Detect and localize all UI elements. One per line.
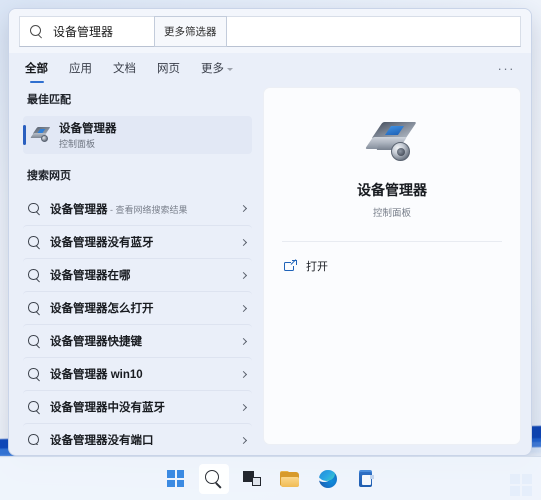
open-button-label: 打开 xyxy=(306,261,328,273)
tab-all-label: 全部 xyxy=(25,63,48,75)
list-item[interactable]: 设备管理器 win10 xyxy=(23,357,252,390)
chevron-right-icon xyxy=(239,337,248,345)
magnifier-icon xyxy=(28,368,40,380)
search-input[interactable] xyxy=(53,24,163,39)
results-column: 最佳匹配 设备管理器 控制面板 搜索网页 设备管理器 - 查看网络搜索结果 设备… xyxy=(9,87,252,445)
tab-apps-label: 应用 xyxy=(69,63,92,75)
device-manager-icon xyxy=(364,122,417,164)
tab-all[interactable]: 全部 xyxy=(25,57,48,83)
list-item[interactable]: 设备管理器没有蓝牙 xyxy=(23,225,252,258)
web-search-list: 设备管理器 - 查看网络搜索结果 设备管理器没有蓝牙 设备管理器在哪 设备管理器… xyxy=(23,192,252,445)
start-button[interactable] xyxy=(161,464,191,494)
folder-icon xyxy=(280,470,299,487)
list-item-label: 设备管理器 win10 xyxy=(50,369,143,381)
list-item[interactable]: 设备管理器没有端口 xyxy=(23,423,252,445)
list-item[interactable]: 设备管理器中没有蓝牙 xyxy=(23,390,252,423)
list-item-label: 设备管理器中没有蓝牙 xyxy=(50,402,165,414)
preview-hero: 设备管理器 控制面板 xyxy=(264,122,520,241)
magnifier-icon xyxy=(28,269,40,281)
magnifier-icon xyxy=(28,335,40,347)
task-view-icon xyxy=(242,471,261,486)
preview-panel: 设备管理器 控制面板 打开 xyxy=(263,87,521,445)
magnifier-icon xyxy=(28,202,40,215)
chevron-right-icon xyxy=(239,436,248,444)
more-filters-label: 更多筛选器 xyxy=(164,26,217,38)
tab-documents[interactable]: 文档 xyxy=(113,57,136,83)
search-icon xyxy=(205,470,222,487)
search-box[interactable] xyxy=(19,16,521,47)
ellipsis-icon[interactable]: ··· xyxy=(498,61,516,80)
search-button[interactable] xyxy=(198,463,229,494)
search-icon xyxy=(30,24,44,39)
best-match-result[interactable]: 设备管理器 控制面板 xyxy=(23,116,252,154)
search-results-body: 最佳匹配 设备管理器 控制面板 搜索网页 设备管理器 - 查看网络搜索结果 设备… xyxy=(9,87,531,455)
windows-search-flyout: 更多筛选器 全部 应用 文档 网页 更多 ··· 最佳匹配 xyxy=(8,8,532,456)
list-item[interactable]: 设备管理器在哪 xyxy=(23,258,252,291)
best-match-title: 设备管理器 xyxy=(59,123,117,135)
list-item-suffix: - 查看网络搜索结果 xyxy=(107,204,188,215)
task-view-button[interactable] xyxy=(237,464,267,494)
tab-documents-label: 文档 xyxy=(113,63,136,75)
tab-web-label: 网页 xyxy=(157,63,180,75)
chevron-right-icon xyxy=(239,238,248,246)
magnifier-icon xyxy=(28,434,40,445)
file-explorer-button[interactable] xyxy=(275,464,305,494)
list-item-label: 设备管理器怎么打开 xyxy=(50,303,154,315)
chevron-right-icon xyxy=(239,370,248,378)
list-item[interactable]: 设备管理器 - 查看网络搜索结果 xyxy=(23,192,252,225)
search-tabs: 全部 应用 文档 网页 更多 ··· xyxy=(9,53,531,87)
store-button[interactable] xyxy=(351,464,381,494)
tab-more[interactable]: 更多 xyxy=(201,57,233,83)
edge-icon xyxy=(318,469,337,488)
list-item-label: 设备管理器没有端口 xyxy=(50,435,154,445)
open-button[interactable]: 打开 xyxy=(282,253,502,279)
tab-web[interactable]: 网页 xyxy=(157,57,180,83)
magnifier-icon xyxy=(28,236,40,248)
chevron-right-icon xyxy=(239,304,248,312)
chevron-right-icon xyxy=(239,403,248,411)
preview-subtitle: 控制面板 xyxy=(372,208,411,219)
chevron-right-icon xyxy=(239,204,248,213)
preview-title: 设备管理器 xyxy=(357,182,427,198)
best-match-heading: 最佳匹配 xyxy=(27,94,71,106)
list-item-label: 设备管理器 xyxy=(50,203,108,216)
edge-button[interactable] xyxy=(313,464,343,494)
list-item[interactable]: 设备管理器快捷键 xyxy=(23,324,252,357)
list-item-label: 设备管理器在哪 xyxy=(50,270,131,282)
chevron-right-icon xyxy=(239,271,248,279)
list-item[interactable]: 设备管理器怎么打开 xyxy=(23,291,252,324)
list-item-label: 设备管理器快捷键 xyxy=(50,336,142,348)
tab-more-label: 更多 xyxy=(201,63,224,75)
more-filters-button[interactable]: 更多筛选器 xyxy=(154,16,227,47)
tab-apps[interactable]: 应用 xyxy=(69,57,92,83)
device-manager-icon xyxy=(30,127,51,143)
taskbar xyxy=(0,456,541,500)
list-item-label: 设备管理器没有蓝牙 xyxy=(50,237,154,249)
windows-logo-icon xyxy=(167,470,184,487)
preview-actions: 打开 xyxy=(264,242,520,279)
magnifier-icon xyxy=(28,401,40,413)
best-match-subtitle: 控制面板 xyxy=(59,139,96,149)
search-bar-row: 更多筛选器 xyxy=(9,9,531,53)
web-search-heading: 搜索网页 xyxy=(27,170,71,182)
magnifier-icon xyxy=(28,302,40,314)
chevron-down-icon xyxy=(227,67,233,71)
store-icon xyxy=(358,470,374,487)
open-external-icon xyxy=(284,259,297,272)
